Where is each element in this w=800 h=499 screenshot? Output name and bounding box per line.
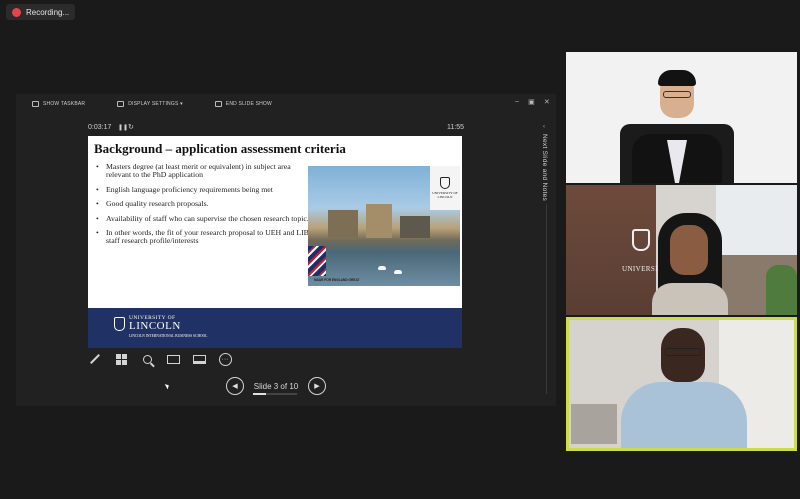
reset-timer-icon[interactable]: ↻ <box>128 123 134 131</box>
flag-caption: MADE FOR ENGLAND GREAT <box>314 278 360 282</box>
building-shape <box>366 204 392 238</box>
pen-icon[interactable] <box>88 352 102 366</box>
bullet-item: Availability of staff who can supervise … <box>94 214 316 224</box>
elapsed-timer: 0:03:17 <box>88 124 112 131</box>
union-flag-icon <box>308 246 326 276</box>
presenter-tools: ··· <box>88 352 232 366</box>
tree-shape <box>766 265 797 315</box>
display-settings-icon <box>117 101 125 107</box>
slide-progress-bar <box>253 393 297 395</box>
person-shirt <box>621 382 747 448</box>
previous-icon: ◀ <box>232 383 238 390</box>
crest-icon <box>440 176 450 189</box>
pause-icon[interactable]: ❚❚ <box>118 124 128 131</box>
next-slide-button[interactable]: ▶ <box>307 377 326 395</box>
person-head <box>670 225 708 275</box>
taskbar-icon <box>32 101 39 107</box>
slide-counter: Slide 3 of 10 <box>253 381 299 391</box>
shelf-shape <box>571 404 617 444</box>
presenter-toolbar: SHOW TASKBAR DISPLAY SETTINGS ▾ END SLID… <box>16 94 556 114</box>
crest-icon <box>114 317 125 331</box>
close-icon[interactable]: ✕ <box>544 98 550 106</box>
person-hair <box>658 70 696 86</box>
current-slide: Background – application assessment crit… <box>88 136 462 348</box>
university-logo: UNIVERSITY OF LINCOLN <box>430 166 460 210</box>
logo-text: UNIVERSITY OF LINCOLN <box>432 190 458 199</box>
swan-shape <box>378 266 386 270</box>
more-options-icon[interactable]: ··· <box>218 352 232 366</box>
glasses-icon <box>663 91 691 98</box>
bullet-item: English language proficiency requirement… <box>94 185 316 195</box>
window-controls: – ▣ ✕ <box>515 98 550 106</box>
crest-icon <box>632 229 650 251</box>
building-shape <box>400 216 430 238</box>
side-divider <box>546 204 547 394</box>
footer-school: LINCOLN INTERNATIONAL BUSINESS SCHOOL <box>129 334 208 338</box>
end-slide-show-button[interactable]: END SLIDE SHOW <box>214 101 272 107</box>
show-taskbar-label: SHOW TASKBAR <box>43 101 86 107</box>
show-taskbar-button[interactable]: SHOW TASKBAR <box>32 101 85 107</box>
bullet-item: Masters degree (at least merit or equiva… <box>94 162 316 180</box>
display-settings-label: DISPLAY SETTINGS ▾ <box>128 101 183 107</box>
recording-indicator[interactable]: Recording... <box>6 4 76 20</box>
next-slide-notes-tab[interactable]: Next Slide and Notes <box>541 134 548 201</box>
slide-title: Background – application assessment crit… <box>94 141 346 156</box>
person-shirt <box>652 283 728 315</box>
bullet-item: In other words, the fit of your research… <box>94 228 316 246</box>
previous-slide-button[interactable]: ◀ <box>226 377 244 395</box>
progress-fill <box>253 393 267 395</box>
participant-video-2[interactable]: UNIVERSITY OF LINCOLN <box>566 185 797 315</box>
end-slide-show-label: END SLIDE SHOW <box>225 101 272 107</box>
clock: 11:55 <box>447 124 464 131</box>
subtitles-icon[interactable] <box>192 352 206 366</box>
swan-shape <box>394 270 402 274</box>
glasses-icon <box>665 348 701 356</box>
recording-label: Recording... <box>26 7 70 17</box>
recording-icon <box>12 7 21 17</box>
minimize-icon[interactable]: – <box>515 98 519 106</box>
campus-photo: UNIVERSITY OF LINCOLN MADE FOR ENGLAND G… <box>308 166 460 286</box>
participant-video-3-active-speaker[interactable] <box>566 317 797 451</box>
footer-logo: UNIVERSITY OF LINCOLN LINCOLN INTERNATIO… <box>114 315 207 338</box>
timer-row: 0:03:17 ❚❚ ↻ 11:55 <box>88 124 464 136</box>
participant-video-1[interactable] <box>566 52 797 183</box>
shared-screen: SHOW TASKBAR DISPLAY SETTINGS ▾ END SLID… <box>16 94 556 406</box>
zoom-icon[interactable] <box>140 352 154 366</box>
see-all-slides-icon[interactable] <box>114 352 128 366</box>
black-screen-icon[interactable] <box>166 352 180 366</box>
end-show-icon <box>214 101 222 107</box>
building-shape <box>328 210 358 238</box>
chevron-left-icon[interactable]: ‹ <box>543 124 545 130</box>
footer-lincoln: LINCOLN <box>129 320 181 332</box>
bullet-list: Masters degree (at least merit or equiva… <box>94 162 316 252</box>
slide-footer: UNIVERSITY OF LINCOLN LINCOLN INTERNATIO… <box>88 308 462 348</box>
display-settings-button[interactable]: DISPLAY SETTINGS ▾ <box>117 101 183 107</box>
next-icon: ▶ <box>314 383 320 390</box>
bullet-item: Good quality research proposals. <box>94 199 316 209</box>
zoom-meeting-window: Recording... SHOW TASKBAR DISPLAY SETTIN… <box>0 0 800 499</box>
restore-icon[interactable]: ▣ <box>528 98 535 106</box>
